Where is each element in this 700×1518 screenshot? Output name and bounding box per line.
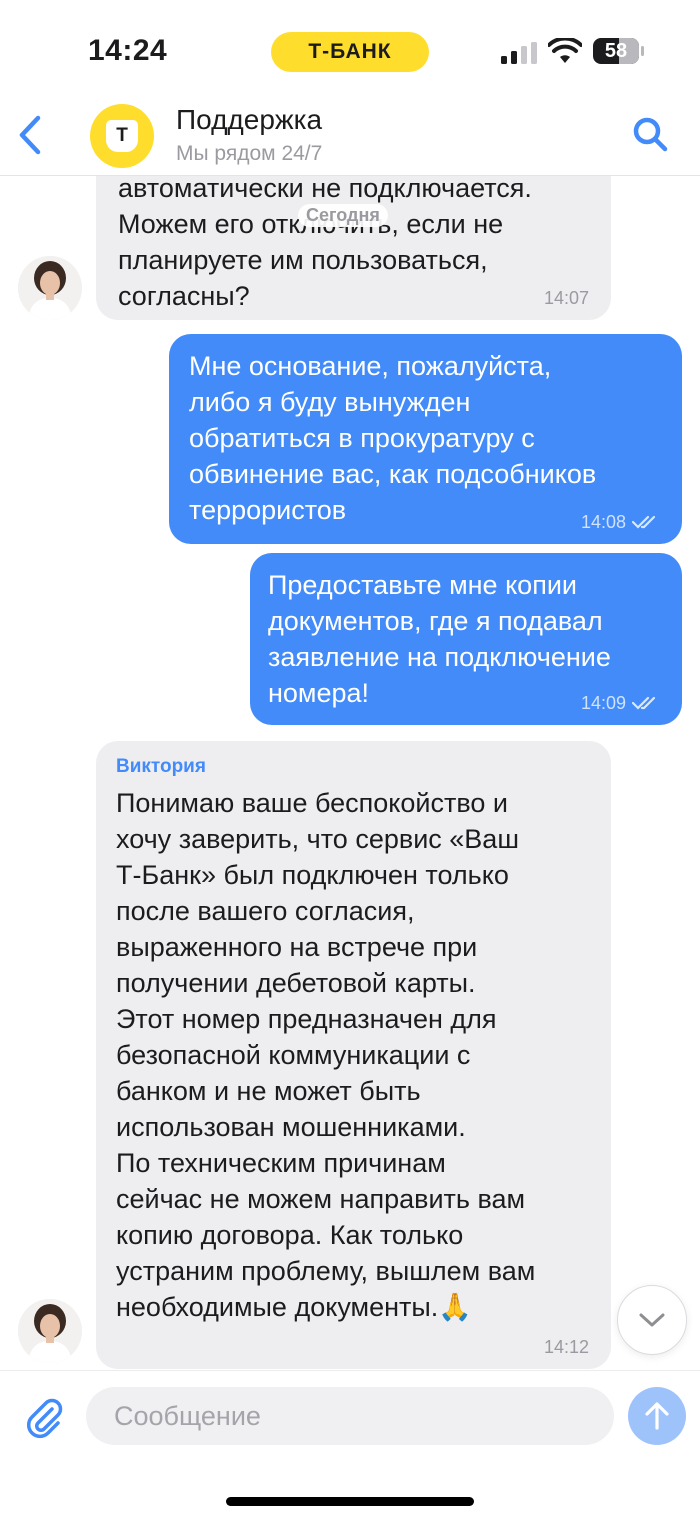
- message-text: Предоставьте мне копии документов, где я…: [268, 570, 611, 708]
- status-time: 14:24: [88, 34, 168, 67]
- avatar: [18, 256, 82, 320]
- message-time: 14:09: [580, 693, 626, 713]
- chat-header: Т Поддержка Мы рядом 24/7: [0, 100, 700, 176]
- message-meta: 14:12: [544, 1337, 589, 1357]
- agent-avatar-icon: [18, 256, 82, 320]
- wifi-icon: [548, 38, 582, 63]
- message-text: автоматически не подключается. Можем его…: [118, 176, 532, 311]
- battery-cap: [641, 46, 644, 56]
- double-check-icon: [632, 515, 656, 529]
- incoming-message[interactable]: автоматически не подключается. Можем его…: [96, 176, 611, 320]
- outgoing-message[interactable]: Мне основание, пожалуйста, либо я буду в…: [169, 334, 682, 544]
- outgoing-message[interactable]: Предоставьте мне копии документов, где я…: [250, 553, 682, 725]
- message-list[interactable]: автоматически не подключается. Можем его…: [0, 176, 700, 1370]
- message-meta: 14:07: [544, 288, 589, 308]
- arrow-up-icon: [645, 1402, 669, 1430]
- message-time: 14:07: [543, 288, 589, 308]
- date-chip: Сегодня: [298, 204, 388, 227]
- message-text: Понимаю ваше беспокойство и хочу заверит…: [116, 788, 536, 1322]
- home-indicator: [226, 1497, 474, 1506]
- incoming-message[interactable]: Виктория Понимаю ваше беспокойство и хоч…: [96, 741, 611, 1369]
- search-icon[interactable]: [632, 116, 668, 152]
- bank-logo[interactable]: Т: [90, 104, 154, 168]
- message-time: 14:08: [580, 512, 626, 532]
- battery-indicator: 58: [593, 38, 639, 64]
- message-input[interactable]: [86, 1387, 614, 1445]
- status-bar: 14:24 Т-БАНК 58: [0, 0, 700, 100]
- avatar: [18, 1299, 82, 1363]
- paperclip-icon[interactable]: [22, 1395, 66, 1439]
- send-button[interactable]: [628, 1387, 686, 1445]
- scroll-to-bottom-button[interactable]: [617, 1285, 687, 1355]
- message-meta: 14:08: [581, 512, 660, 532]
- logo-letter: Т: [106, 120, 138, 152]
- double-check-icon: [632, 696, 656, 710]
- message-meta: 14:09: [581, 693, 660, 713]
- sender-name: Виктория: [116, 756, 206, 777]
- message-composer: [0, 1370, 700, 1518]
- carrier-pill: Т-БАНК: [271, 32, 429, 72]
- message-text: Мне основание, пожалуйста, либо я буду в…: [189, 351, 597, 525]
- message-time: 14:12: [543, 1337, 589, 1357]
- chat-subtitle: Мы рядом 24/7: [176, 142, 323, 165]
- chevron-left-icon[interactable]: [14, 114, 44, 156]
- battery-level: 58: [604, 39, 628, 62]
- chevron-down-icon: [639, 1313, 665, 1327]
- cellular-signal-icon: [501, 42, 537, 64]
- chat-title[interactable]: Поддержка: [176, 104, 322, 136]
- agent-avatar-icon: [18, 1299, 82, 1363]
